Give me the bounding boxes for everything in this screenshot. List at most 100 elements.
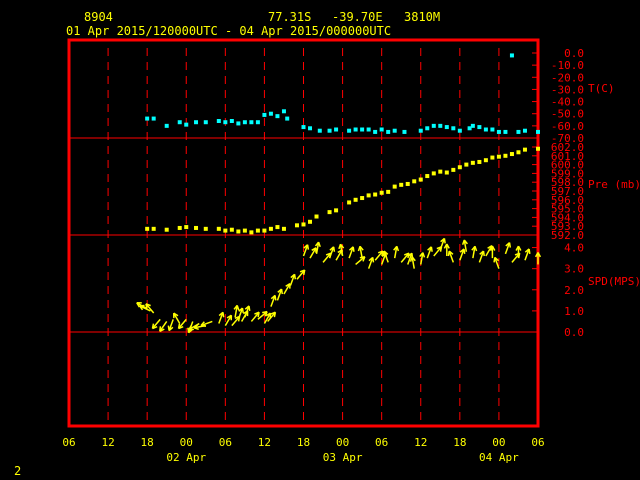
wind-arrow-head [187,327,190,333]
pressure-point [249,230,254,235]
wind-arrow [447,250,455,263]
pressure-point [444,170,449,175]
temp-point [275,114,280,119]
wind-arrow-head [167,325,170,331]
wind-arrow [159,321,168,332]
temp-point [503,129,508,134]
x-tick-label: 06 [219,436,232,449]
wind-arrow-head [372,257,375,263]
temp-point [536,129,540,134]
x-tick-label: 12 [414,436,427,449]
pressure-point [379,190,384,195]
temp-point [268,111,273,116]
wind-arrow [200,320,213,328]
temp-point [203,120,208,125]
wind-arrow [459,248,466,261]
temp-point [425,126,430,131]
temp-point [522,128,527,133]
pressure-point [516,150,521,155]
y-tick-label: 1.0 [564,305,584,318]
y-axis-label: SPD(MPS) [588,275,640,288]
wind-arrow [289,273,297,286]
temp-point [402,129,407,134]
pressure-point [268,226,273,231]
y-tick-label: -40.0 [551,96,584,109]
x-tick-label: 00 [492,436,505,449]
wind-arrow [489,245,496,259]
wind-arrow [426,246,433,259]
pressure-point [151,226,156,231]
x-tick-label: 18 [453,436,466,449]
pressure-point [216,226,221,231]
temp-point [496,129,501,134]
y-tick-label: 0.0 [564,47,584,60]
temp-point [366,127,371,132]
y-tick-label: 3.0 [564,263,584,276]
temp-point [470,123,475,128]
pressure-point [509,152,514,157]
pressure-point [464,162,469,167]
temp-point [216,119,221,123]
wind-arrow-head [317,241,321,248]
pressure-point [425,174,430,179]
y-tick-label: 2.0 [564,284,584,297]
temp-point [483,127,488,132]
x-tick-label: 18 [141,436,154,449]
temp-point [360,127,365,132]
pressure-point [223,228,228,233]
wind-arrow [471,245,478,259]
wind-arrow-head [396,246,400,252]
wind-arrow [504,242,512,255]
pressure-point [386,189,391,194]
pressure-point [536,146,540,151]
pressure-point [275,225,280,230]
pressure-point [373,192,378,197]
x-tick-label: 00 [336,436,349,449]
temp-point [490,127,495,132]
pressure-point [281,226,286,231]
pressure-point [334,208,339,213]
temp-point [457,128,462,133]
wind-arrow [145,303,155,314]
wind-arrow [250,311,260,322]
wind-arrow [302,244,310,257]
pressure-point [327,210,332,215]
temp-point [151,116,156,121]
temp-point [145,116,150,121]
pressure-point [347,200,352,205]
pressure-point [255,228,260,233]
wind-arrow-head [273,312,277,318]
pressure-point [405,181,410,186]
pressure-point [262,228,267,233]
y-tick-label: -10.0 [551,59,584,72]
x-tick-label: 06 [62,436,75,449]
pressure-point [431,171,436,176]
wind-arrow-head [177,323,181,329]
temp-point [451,126,456,131]
temp-point [386,129,391,134]
temp-point [516,129,521,134]
y-tick-label: -30.0 [551,83,584,96]
wind-arrow-head [352,246,355,252]
pressure-point [418,177,423,182]
wind-arrow [478,250,485,263]
temp-point [317,128,322,133]
temp-point [262,112,267,117]
temp-point [334,127,339,132]
y-tick-label: 0.0 [564,326,584,339]
temp-point [379,127,384,132]
pressure-point [451,167,456,172]
wind-arrow [276,288,284,301]
wind-arrow [270,294,277,307]
temp-point [164,123,169,128]
y-axis-label: Pre (mb) [588,178,640,191]
pressure-point [145,226,150,231]
wind-arrow-head [293,274,297,280]
temp-point [308,126,313,131]
wind-arrow [534,252,542,265]
pressure-point [470,160,475,165]
pressure-point [366,193,371,198]
temp-point [229,119,234,123]
pressure-point [438,169,443,174]
pressure-point [177,225,182,230]
